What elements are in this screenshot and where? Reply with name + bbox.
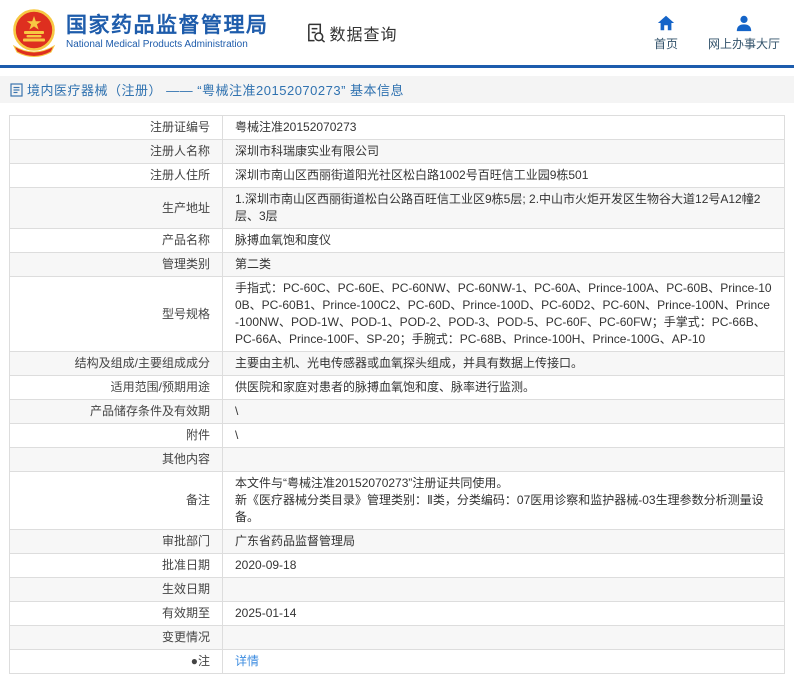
org-name-en: National Medical Products Administration — [66, 38, 269, 51]
row-value: 广东省药品监督管理局 — [223, 530, 785, 554]
table-row: 生产地址1.深圳市南山区西丽街道松白公路百旺信工业区9栋5层; 2.中山市火炬开… — [10, 188, 785, 229]
table-row: 产品名称脉搏血氧饱和度仪 — [10, 229, 785, 253]
nav-service-hall-label: 网上办事大厅 — [708, 35, 780, 52]
table-row: 注册证编号粤械注准20152070273 — [10, 116, 785, 140]
row-label: 注册人住所 — [10, 164, 223, 188]
row-label: 变更情况 — [10, 626, 223, 650]
row-label: 生产地址 — [10, 188, 223, 229]
row-value: 深圳市科瑞康实业有限公司 — [223, 140, 785, 164]
table-row: 变更情况 — [10, 626, 785, 650]
row-label: 产品名称 — [10, 229, 223, 253]
data-query-icon — [305, 22, 326, 43]
row-value-line: 新《医疗器械分类目录》管理类别：Ⅱ类，分类编码：07医用诊察和监护器械-03生理… — [235, 492, 772, 526]
table-row: 备注本文件与“粤械注准20152070273”注册证共同使用。新《医疗器械分类目… — [10, 472, 785, 530]
row-value: 本文件与“粤械注准20152070273”注册证共同使用。新《医疗器械分类目录》… — [223, 472, 785, 530]
row-label: 审批部门 — [10, 530, 223, 554]
user-icon — [735, 14, 753, 32]
nav-home-label: 首页 — [654, 35, 678, 52]
row-label: 附件 — [10, 424, 223, 448]
table-row: 审批部门广东省药品监督管理局 — [10, 530, 785, 554]
breadcrumb-text: 境内医疗器械（注册） —— “粤械注准20152070273” 基本信息 — [27, 80, 404, 99]
row-value: 详情 — [223, 650, 785, 674]
org-names: 国家药品监督管理局 National Medical Products Admi… — [66, 14, 269, 51]
nav-home[interactable]: 首页 — [654, 14, 678, 52]
row-value: 脉搏血氧饱和度仪 — [223, 229, 785, 253]
main-content: 注册证编号粤械注准20152070273注册人名称深圳市科瑞康实业有限公司注册人… — [0, 103, 794, 674]
table-row: 适用范围/预期用途供医院和家庭对患者的脉搏血氧饱和度、脉率进行监测。 — [10, 376, 785, 400]
row-value: 深圳市南山区西丽街道阳光社区松白路1002号百旺信工业园9栋501 — [223, 164, 785, 188]
row-label: 管理类别 — [10, 253, 223, 277]
row-value: 供医院和家庭对患者的脉搏血氧饱和度、脉率进行监测。 — [223, 376, 785, 400]
table-row: 生效日期 — [10, 578, 785, 602]
row-label: 有效期至 — [10, 602, 223, 626]
table-row: ●注详情 — [10, 650, 785, 674]
row-value: \ — [223, 424, 785, 448]
info-table: 注册证编号粤械注准20152070273注册人名称深圳市科瑞康实业有限公司注册人… — [9, 115, 785, 674]
row-label: 型号规格 — [10, 277, 223, 352]
row-value — [223, 626, 785, 650]
row-value: 2020-09-18 — [223, 554, 785, 578]
row-value: 主要由主机、光电传感器或血氧探头组成，并具有数据上传接口。 — [223, 352, 785, 376]
breadcrumb: 境内医疗器械（注册） —— “粤械注准20152070273” 基本信息 — [0, 76, 794, 103]
row-value — [223, 578, 785, 602]
row-value: 粤械注准20152070273 — [223, 116, 785, 140]
row-value — [223, 448, 785, 472]
table-row: 其他内容 — [10, 448, 785, 472]
logo-area[interactable]: 国家药品监督管理局 National Medical Products Admi… — [10, 8, 269, 58]
table-row: 附件\ — [10, 424, 785, 448]
row-value: 1.深圳市南山区西丽街道松白公路百旺信工业区9栋5层; 2.中山市火炬开发区生物… — [223, 188, 785, 229]
row-label: 结构及组成/主要组成成分 — [10, 352, 223, 376]
data-query-label: 数据查询 — [330, 21, 398, 45]
org-name-cn: 国家药品监督管理局 — [66, 14, 269, 38]
row-label: 批准日期 — [10, 554, 223, 578]
table-row: 管理类别第二类 — [10, 253, 785, 277]
table-row: 注册人名称深圳市科瑞康实业有限公司 — [10, 140, 785, 164]
row-label: ●注 — [10, 650, 223, 674]
document-icon — [10, 83, 23, 97]
data-query-section[interactable]: 数据查询 — [305, 21, 398, 45]
home-icon — [657, 14, 675, 32]
row-label: 生效日期 — [10, 578, 223, 602]
header-nav: 首页 网上办事大厅 — [654, 14, 780, 52]
row-value: \ — [223, 400, 785, 424]
row-label: 注册证编号 — [10, 116, 223, 140]
row-value-line: 本文件与“粤械注准20152070273”注册证共同使用。 — [235, 475, 772, 492]
details-link[interactable]: 详情 — [235, 654, 259, 668]
row-label: 产品储存条件及有效期 — [10, 400, 223, 424]
row-value: 手指式：PC-60C、PC-60E、PC-60NW、PC-60NW-1、PC-6… — [223, 277, 785, 352]
table-row: 结构及组成/主要组成成分主要由主机、光电传感器或血氧探头组成，并具有数据上传接口… — [10, 352, 785, 376]
table-row: 有效期至2025-01-14 — [10, 602, 785, 626]
table-row: 产品储存条件及有效期\ — [10, 400, 785, 424]
national-emblem-logo — [10, 8, 58, 58]
nav-service-hall[interactable]: 网上办事大厅 — [708, 14, 780, 52]
table-row: 型号规格手指式：PC-60C、PC-60E、PC-60NW、PC-60NW-1、… — [10, 277, 785, 352]
row-value: 第二类 — [223, 253, 785, 277]
row-label: 备注 — [10, 472, 223, 530]
row-label: 其他内容 — [10, 448, 223, 472]
table-row: 注册人住所深圳市南山区西丽街道阳光社区松白路1002号百旺信工业园9栋501 — [10, 164, 785, 188]
row-label: 适用范围/预期用途 — [10, 376, 223, 400]
row-label: 注册人名称 — [10, 140, 223, 164]
site-header: 国家药品监督管理局 National Medical Products Admi… — [0, 0, 794, 68]
table-row: 批准日期2020-09-18 — [10, 554, 785, 578]
row-value: 2025-01-14 — [223, 602, 785, 626]
